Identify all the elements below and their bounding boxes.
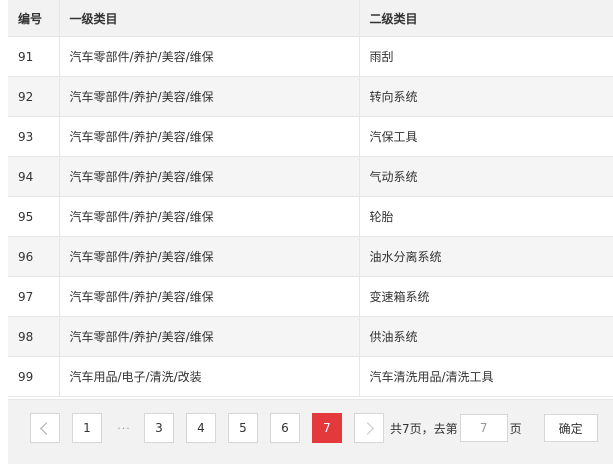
cell-id: 99 — [8, 356, 60, 397]
cell-id: 96 — [8, 236, 60, 277]
table-row: 99 汽车用品/电子/清洗/改装 汽车清洗用品/清洗工具 — [8, 356, 613, 397]
cell-level2: 雨刮 — [359, 36, 613, 77]
cell-level1: 汽车零部件/养护/美容/维保 — [59, 76, 360, 117]
cell-id: 91 — [8, 36, 60, 77]
cell-level1: 汽车零部件/养护/美容/维保 — [59, 276, 360, 317]
table-row: 94 汽车零部件/养护/美容/维保 气动系统 — [8, 156, 613, 197]
page-button-5[interactable]: 5 — [228, 413, 258, 443]
cell-level2: 汽保工具 — [359, 116, 613, 157]
page-button-4[interactable]: 4 — [186, 413, 216, 443]
cell-id: 98 — [8, 316, 60, 357]
header-level2: 二级类目 — [359, 0, 613, 37]
header-level1: 一级类目 — [59, 0, 360, 37]
table-row: 95 汽车零部件/养护/美容/维保 轮胎 — [8, 196, 613, 237]
cell-level1: 汽车零部件/养护/美容/维保 — [59, 316, 360, 357]
cell-level1: 汽车零部件/养护/美容/维保 — [59, 36, 360, 77]
pagination-ellipsis: ··· — [117, 421, 131, 435]
cell-id: 94 — [8, 156, 60, 197]
page-button-6[interactable]: 6 — [270, 413, 300, 443]
cell-level1: 汽车用品/电子/清洗/改装 — [59, 356, 360, 397]
prev-page-button[interactable] — [30, 413, 60, 443]
cell-level2: 供油系统 — [359, 316, 613, 357]
total-pages-text: 共7页，去第 — [390, 421, 458, 436]
cell-level2: 汽车清洗用品/清洗工具 — [359, 356, 613, 397]
table-row: 97 汽车零部件/养护/美容/维保 变速箱系统 — [8, 276, 613, 317]
table-row: 91 汽车零部件/养护/美容/维保 雨刮 — [8, 36, 613, 77]
chevron-left-icon — [40, 421, 53, 435]
page-button-1[interactable]: 1 — [72, 413, 102, 443]
cell-id: 92 — [8, 76, 60, 117]
cell-level1: 汽车零部件/养护/美容/维保 — [59, 156, 360, 197]
cell-level2: 转向系统 — [359, 76, 613, 117]
next-page-button[interactable] — [354, 413, 384, 443]
table-row: 93 汽车零部件/养护/美容/维保 汽保工具 — [8, 116, 613, 157]
goto-page-input[interactable] — [459, 414, 508, 442]
current-page-button[interactable]: 7 — [312, 413, 342, 443]
cell-level2: 油水分离系统 — [359, 236, 613, 277]
table-header-row: 编号 一级类目 二级类目 — [8, 0, 613, 37]
header-id: 编号 — [8, 0, 60, 37]
goto-page-suffix: 页 — [509, 421, 522, 436]
chevron-right-icon — [361, 421, 374, 435]
category-table-container: 编号 一级类目 二级类目 91 汽车零部件/养护/美容/维保 雨刮 92 汽车零… — [8, 0, 613, 397]
cell-id: 95 — [8, 196, 60, 237]
cell-id: 93 — [8, 116, 60, 157]
cell-level2: 气动系统 — [359, 156, 613, 197]
pagination: 1 ··· 3 4 5 6 7 共7页，去第 页 确定 — [30, 413, 598, 443]
cell-level2: 轮胎 — [359, 196, 613, 237]
cell-level1: 汽车零部件/养护/美容/维保 — [59, 196, 360, 237]
table-row: 98 汽车零部件/养护/美容/维保 供油系统 — [8, 316, 613, 357]
cell-level2: 变速箱系统 — [359, 276, 613, 317]
table-row: 96 汽车零部件/养护/美容/维保 油水分离系统 — [8, 236, 613, 277]
cell-level1: 汽车零部件/养护/美容/维保 — [59, 236, 360, 277]
confirm-button[interactable]: 确定 — [543, 414, 598, 442]
category-table: 编号 一级类目 二级类目 91 汽车零部件/养护/美容/维保 雨刮 92 汽车零… — [8, 0, 613, 397]
page-button-3[interactable]: 3 — [144, 413, 174, 443]
cell-id: 97 — [8, 276, 60, 317]
cell-level1: 汽车零部件/养护/美容/维保 — [59, 116, 360, 157]
pagination-bar: 1 ··· 3 4 5 6 7 共7页，去第 页 确定 — [8, 399, 613, 464]
table-row: 92 汽车零部件/养护/美容/维保 转向系统 — [8, 76, 613, 117]
